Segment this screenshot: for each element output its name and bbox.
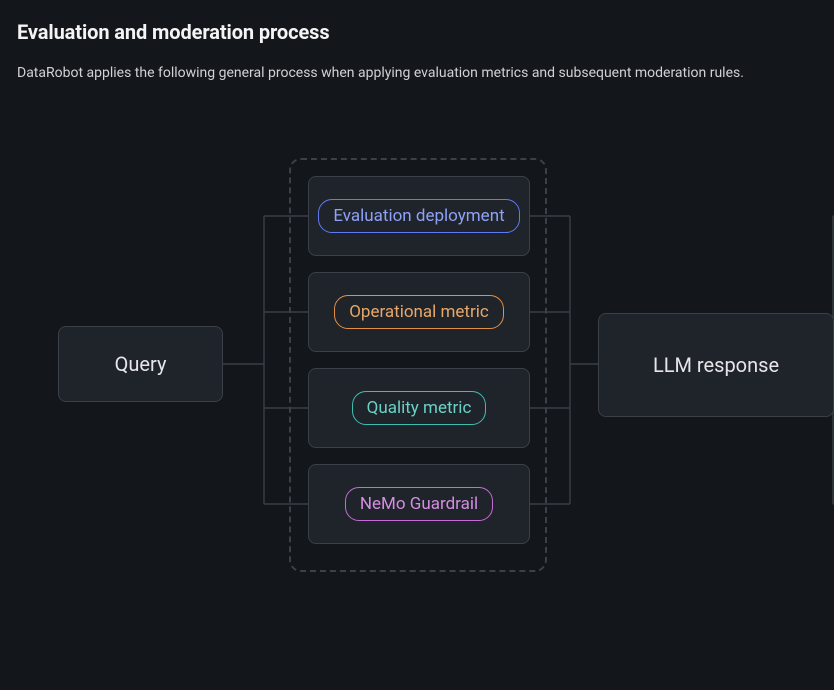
node-nemo-guardrail: NeMo Guardrail [308,464,530,544]
pill-evaluation-deployment: Evaluation deployment [318,199,519,233]
node-llm-response: LLM response [598,313,834,417]
node-operational-metric: Operational metric [308,272,530,352]
node-quality-metric: Quality metric [308,368,530,448]
pill-operational-metric: Operational metric [334,295,504,329]
node-llm-response-label: LLM response [653,353,779,377]
node-query: Query [58,326,223,402]
pill-nemo-guardrail: NeMo Guardrail [345,487,493,521]
node-query-label: Query [115,352,167,376]
pill-quality-metric: Quality metric [352,391,487,425]
node-evaluation-deployment: Evaluation deployment [308,176,530,256]
process-diagram: Query Evaluation deployment Operational … [0,0,834,690]
